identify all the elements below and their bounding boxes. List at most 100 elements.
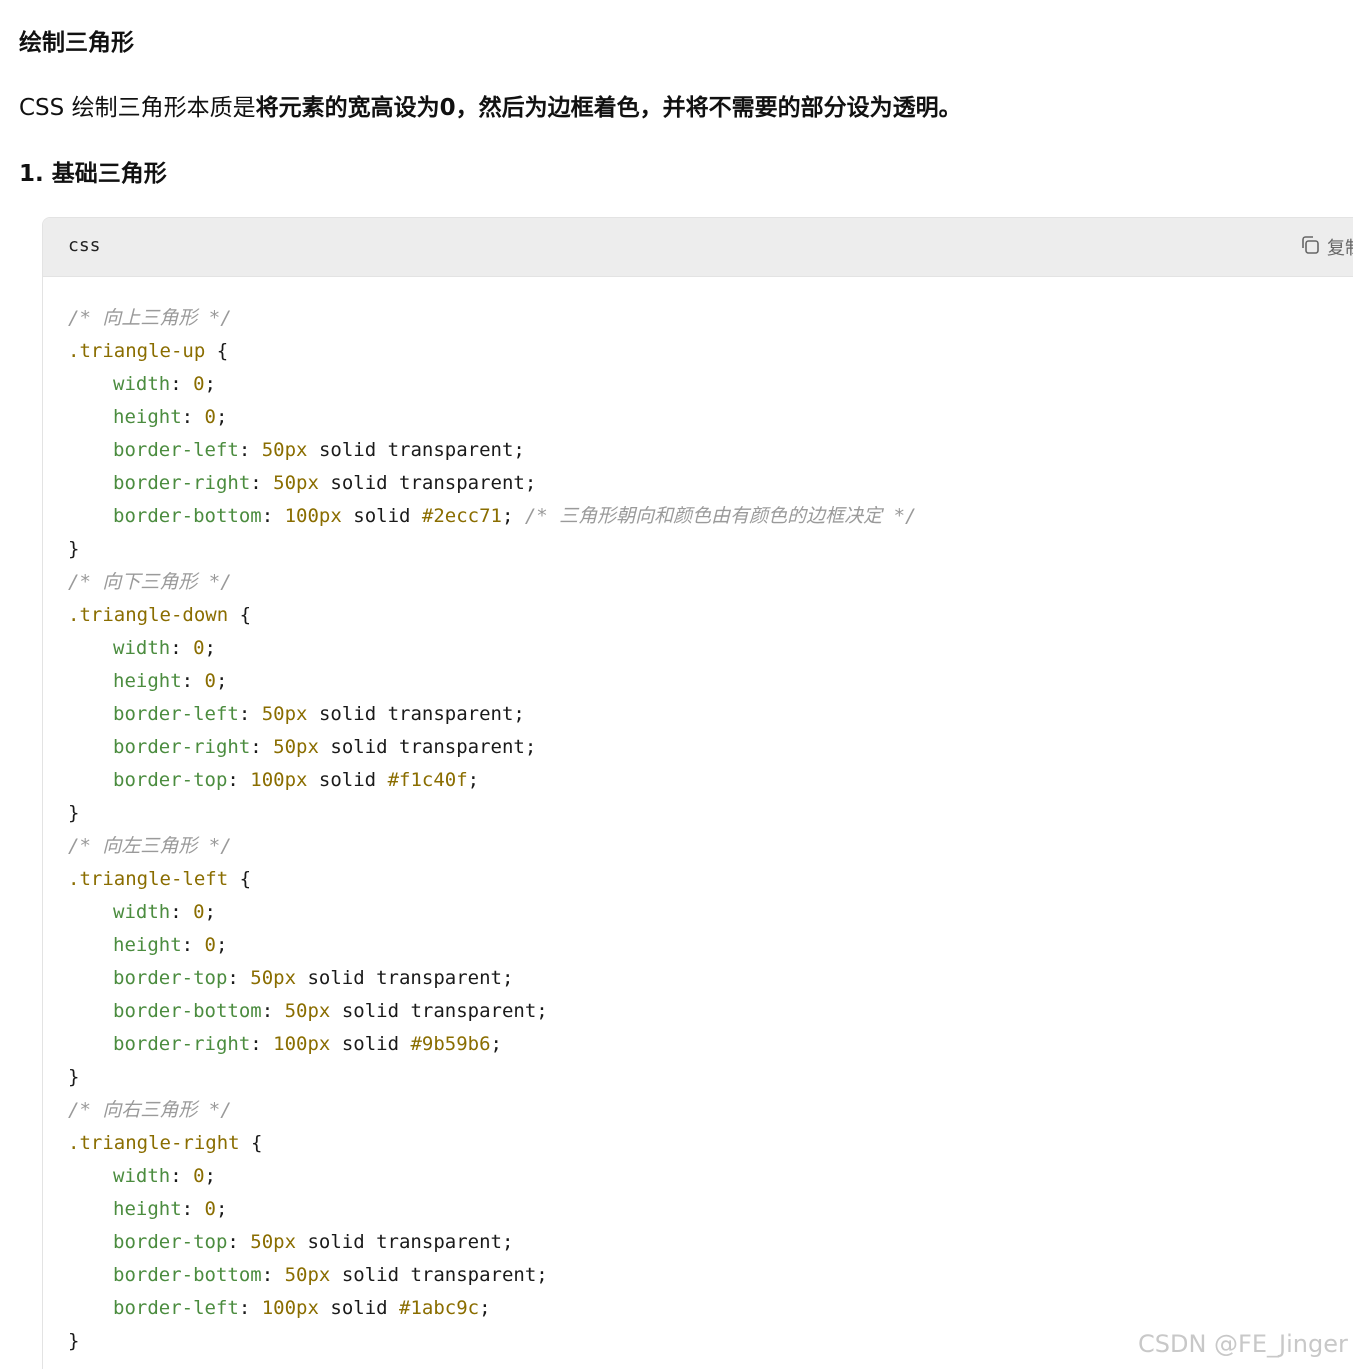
code-line: border-left: 50px solid transparent;	[68, 434, 917, 467]
code-token-num: #f1c40f	[387, 769, 468, 791]
code-token-punct: :	[250, 736, 274, 758]
code-line: /* 向下三角形 */	[68, 566, 917, 599]
code-line: border-left: 100px solid #1abc9c;	[68, 1292, 917, 1325]
code-content: /* 向上三角形 */.triangle-up {width: 0; height…	[68, 302, 917, 1358]
code-token-punct: :	[227, 769, 251, 791]
code-token-val: solid transparent;	[296, 1231, 514, 1253]
code-token-prop: border-top	[113, 769, 228, 791]
code-token-punct: ;	[215, 670, 228, 692]
copy-button[interactable]: 复制	[1299, 235, 1353, 259]
code-token-comment: /* 三角形朝向和颜色由有颜色的边框决定 */	[524, 505, 917, 527]
code-token-selector: .triangle-down	[68, 604, 229, 626]
code-token-comment: /* 向左三角形 */	[68, 835, 232, 857]
code-token-punct: :	[181, 406, 205, 428]
code-token-punct: ;	[204, 637, 216, 659]
intro-paragraph: CSS 绘制三角形本质是将元素的宽高设为0，然后为边框着色，并将不需要的部分设为…	[19, 90, 962, 126]
code-line: height: 0;	[68, 929, 917, 962]
code-token-comment: /* 向右三角形 */	[68, 1099, 232, 1121]
code-line: .triangle-right {	[68, 1127, 917, 1160]
code-line: border-right: 100px solid #9b59b6;	[68, 1028, 917, 1061]
code-token-num: 100px	[284, 505, 342, 527]
code-line: border-right: 50px solid transparent;	[68, 731, 917, 764]
code-token-num: 50px	[284, 1264, 331, 1286]
code-line: }	[68, 797, 917, 830]
code-token-val: solid transparent;	[318, 472, 537, 494]
code-token-num: 50px	[250, 1231, 297, 1253]
copy-label: 复制	[1327, 238, 1353, 259]
code-token-punct: :	[250, 472, 274, 494]
code-line: /* 向右三角形 */	[68, 1094, 917, 1127]
code-token-punct: :	[181, 670, 205, 692]
code-token-punct: :	[238, 703, 262, 725]
code-token-num: 50px	[273, 736, 319, 758]
code-token-prop: border-left	[113, 703, 239, 725]
code-token-prop: width	[113, 637, 171, 659]
code-token-punct: :	[181, 934, 205, 956]
code-token-punct: {	[228, 868, 252, 890]
code-token-punct: :	[170, 373, 194, 395]
code-token-num: 0	[204, 670, 216, 692]
code-line: border-left: 50px solid transparent;	[68, 698, 917, 731]
code-token-num: 0	[193, 373, 205, 395]
code-token-prop: height	[113, 934, 182, 956]
code-block: css 复制 /* 向上三角形 */.triangle-up {width: 0…	[42, 217, 1353, 1369]
code-token-punct: :	[261, 1264, 285, 1286]
code-token-val: solid transparent;	[330, 1000, 548, 1022]
code-token-punct: {	[228, 604, 252, 626]
code-token-num: 50px	[261, 703, 308, 725]
code-token-punct: ;	[204, 901, 216, 923]
code-token-prop: width	[113, 901, 171, 923]
code-line: width: 0;	[68, 368, 917, 401]
code-line: .triangle-up {	[68, 335, 917, 368]
code-token-punct: :	[170, 637, 194, 659]
code-token-comment: /* 向上三角形 */	[68, 307, 232, 329]
code-line: border-bottom: 50px solid transparent;	[68, 995, 917, 1028]
code-token-punct: :	[250, 1033, 274, 1055]
code-line: border-bottom: 100px solid #2ecc71; /* 三…	[68, 500, 917, 533]
code-token-num: #9b59b6	[410, 1033, 491, 1055]
code-token-prop: height	[113, 670, 182, 692]
code-token-prop: border-right	[113, 1033, 251, 1055]
code-token-val: solid transparent;	[318, 736, 537, 758]
code-token-num: #2ecc71	[421, 505, 502, 527]
code-line: }	[68, 533, 917, 566]
code-token-prop: width	[113, 373, 171, 395]
code-token-val: solid	[307, 769, 388, 791]
code-token-punct: ;	[215, 934, 228, 956]
intro-text: CSS 绘制三角形本质是	[19, 95, 256, 121]
code-line: /* 向左三角形 */	[68, 830, 917, 863]
code-token-num: 0	[204, 1198, 216, 1220]
code-token-prop: border-right	[113, 736, 251, 758]
code-token-punct: {	[205, 340, 229, 362]
code-token-selector: .triangle-up	[68, 340, 206, 362]
code-token-punct: {	[239, 1132, 263, 1154]
code-line: border-bottom: 50px solid transparent;	[68, 1259, 917, 1292]
code-token-num: 50px	[284, 1000, 331, 1022]
code-token-prop: height	[113, 406, 182, 428]
code-token-punct: :	[238, 439, 262, 461]
code-line: .triangle-down {	[68, 599, 917, 632]
code-token-num: 0	[193, 1165, 205, 1187]
code-token-val: solid	[330, 1033, 411, 1055]
code-token-punct: ;	[467, 769, 480, 791]
code-token-selector: .triangle-right	[68, 1132, 240, 1154]
code-token-prop: border-top	[113, 967, 228, 989]
code-token-comment: /* 向下三角形 */	[68, 571, 232, 593]
code-token-prop: border-top	[113, 1231, 228, 1253]
code-token-punct: :	[170, 901, 194, 923]
intro-bold-text: 将元素的宽高设为0，然后为边框着色，并将不需要的部分设为透明。	[255, 95, 962, 121]
watermark: CSDN @FE_Jinger	[1138, 1330, 1348, 1358]
code-token-val: solid transparent;	[307, 703, 525, 725]
copy-icon	[1299, 234, 1321, 260]
code-token-punct: :	[181, 1198, 205, 1220]
code-token-punct: }	[68, 802, 80, 824]
code-token-punct: ;	[204, 373, 216, 395]
code-line: height: 0;	[68, 1193, 917, 1226]
code-line: }	[68, 1061, 917, 1094]
code-token-punct: ;	[490, 1033, 502, 1055]
code-token-num: 100px	[250, 769, 308, 791]
code-token-punct: :	[238, 1297, 262, 1319]
code-token-val: solid transparent;	[307, 439, 525, 461]
code-token-prop: border-left	[113, 439, 239, 461]
code-token-num: 0	[193, 901, 205, 923]
